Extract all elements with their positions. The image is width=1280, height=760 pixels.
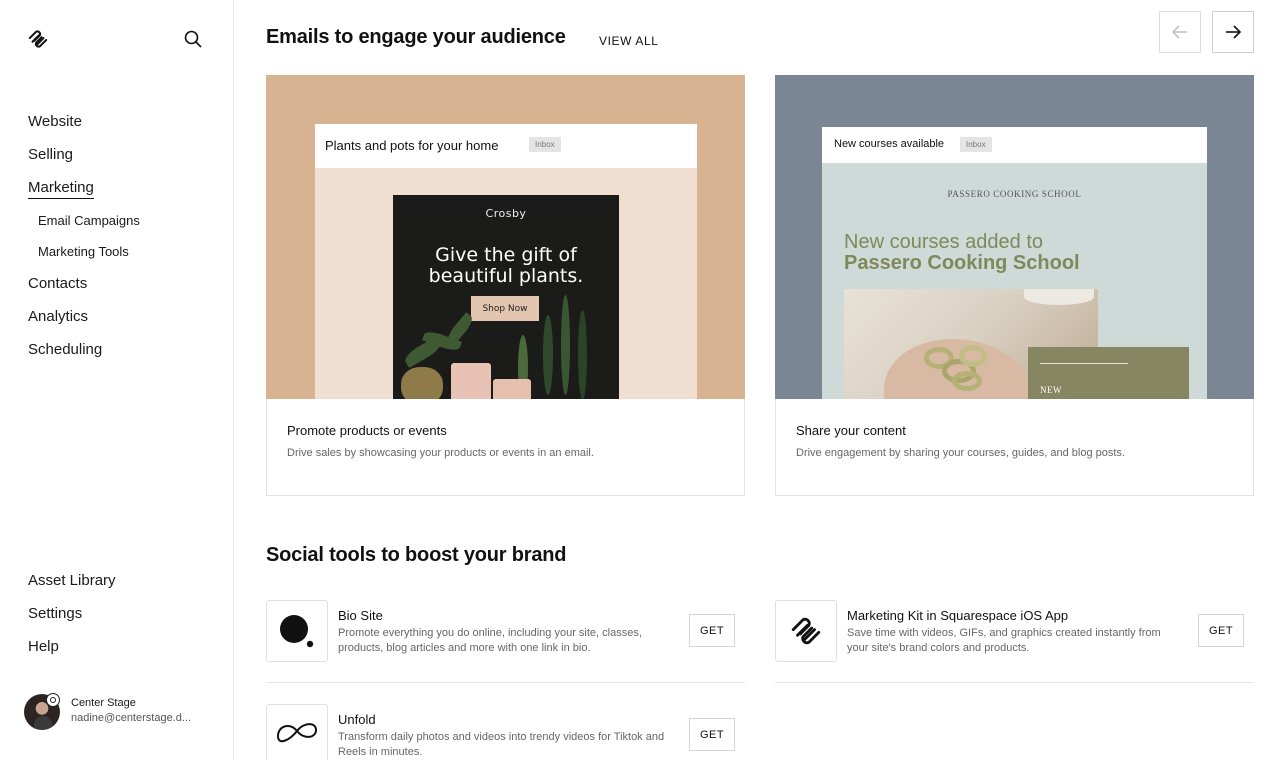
squarespace-logo-icon[interactable] [27,28,49,50]
email-new-badge: NEW [1040,385,1062,395]
user-email: nadine@centerstage.d... [71,712,192,724]
email-template-card-share[interactable]: New courses available Inbox PASSERO COOK… [775,75,1254,496]
card-title: Promote products or events [287,423,447,438]
arrow-right-icon [1226,25,1242,39]
search-icon[interactable] [183,29,203,49]
email-headline-1: New courses added to [844,231,1044,253]
nav-asset-library[interactable]: Asset Library [28,572,116,589]
divider [266,682,745,683]
card-description: Drive sales by showcasing your products … [287,447,594,459]
email-headline-2: Passero Cooking School [844,252,1080,274]
nav-settings[interactable]: Settings [28,605,82,622]
view-all-link[interactable]: VIEW ALL [599,34,659,48]
card-title: Share your content [796,423,906,438]
tool-description: Save time with videos, GIFs, and graphic… [847,627,1161,654]
email-preview-paper: New courses available Inbox PASSERO COOK… [822,127,1207,399]
inbox-tag: Inbox [960,137,992,152]
tool-description: Transform daily photos and videos into t… [338,731,665,758]
squarespace-logo-icon [775,600,837,662]
email-preview-promote: Plants and pots for your home Inbox Cros… [266,75,745,399]
email-subject: Plants and pots for your home [325,138,499,153]
email-headline: Give the gift of beautiful plants. [428,244,584,287]
email-school-name: PASSERO COOKING SCHOOL [947,189,1082,199]
nav-selling[interactable]: Selling [28,146,73,163]
nav-marketing-tools[interactable]: Marketing Tools [38,244,129,259]
get-marketing-kit-button[interactable]: GET [1198,614,1244,647]
email-preview-paper: Plants and pots for your home Inbox Cros… [315,124,697,399]
emails-section-title: Emails to engage your audience [266,26,566,48]
arrow-left-icon [1171,25,1187,39]
sidebar: Website Selling Marketing Email Campaign… [0,0,234,760]
email-template-card-promote[interactable]: Plants and pots for your home Inbox Cros… [266,75,745,496]
email-brand: Crosby [485,207,527,220]
get-unfold-button[interactable]: GET [689,718,735,751]
nav-email-campaigns[interactable]: Email Campaigns [38,213,140,228]
user-account[interactable]: Center Stage nadine@centerstage.d... [24,692,224,732]
carousel-prev-button[interactable] [1159,11,1201,53]
site-badge-icon [46,693,60,707]
carousel-next-button[interactable] [1212,11,1254,53]
divider [775,682,1254,683]
card-description: Drive engagement by sharing your courses… [796,447,1125,459]
tool-name: Bio Site [338,608,383,623]
email-hero-image: Crosby Give the gift of beautiful plants… [393,195,619,399]
nav-help[interactable]: Help [28,638,59,655]
nav-marketing[interactable]: Marketing [28,179,94,199]
email-course-box: NEW [1028,347,1189,399]
tool-name: Unfold [338,712,376,727]
email-preview-share: New courses available Inbox PASSERO COOK… [775,75,1254,399]
unfold-icon [266,704,328,760]
tool-name: Marketing Kit in Squarespace iOS App [847,608,1069,623]
bio-site-icon [266,600,328,662]
tool-description: Promote everything you do online, includ… [338,627,642,654]
email-shop-button: Shop Now [471,296,539,321]
get-bio-site-button[interactable]: GET [689,614,735,647]
nav-website[interactable]: Website [28,113,82,130]
nav-contacts[interactable]: Contacts [28,275,87,292]
nav-analytics[interactable]: Analytics [28,308,88,325]
email-subject: New courses available [834,138,945,150]
user-site-name: Center Stage [71,697,136,709]
nav-scheduling[interactable]: Scheduling [28,341,102,358]
social-section-title: Social tools to boost your brand [266,544,567,566]
inbox-tag: Inbox [529,137,561,152]
